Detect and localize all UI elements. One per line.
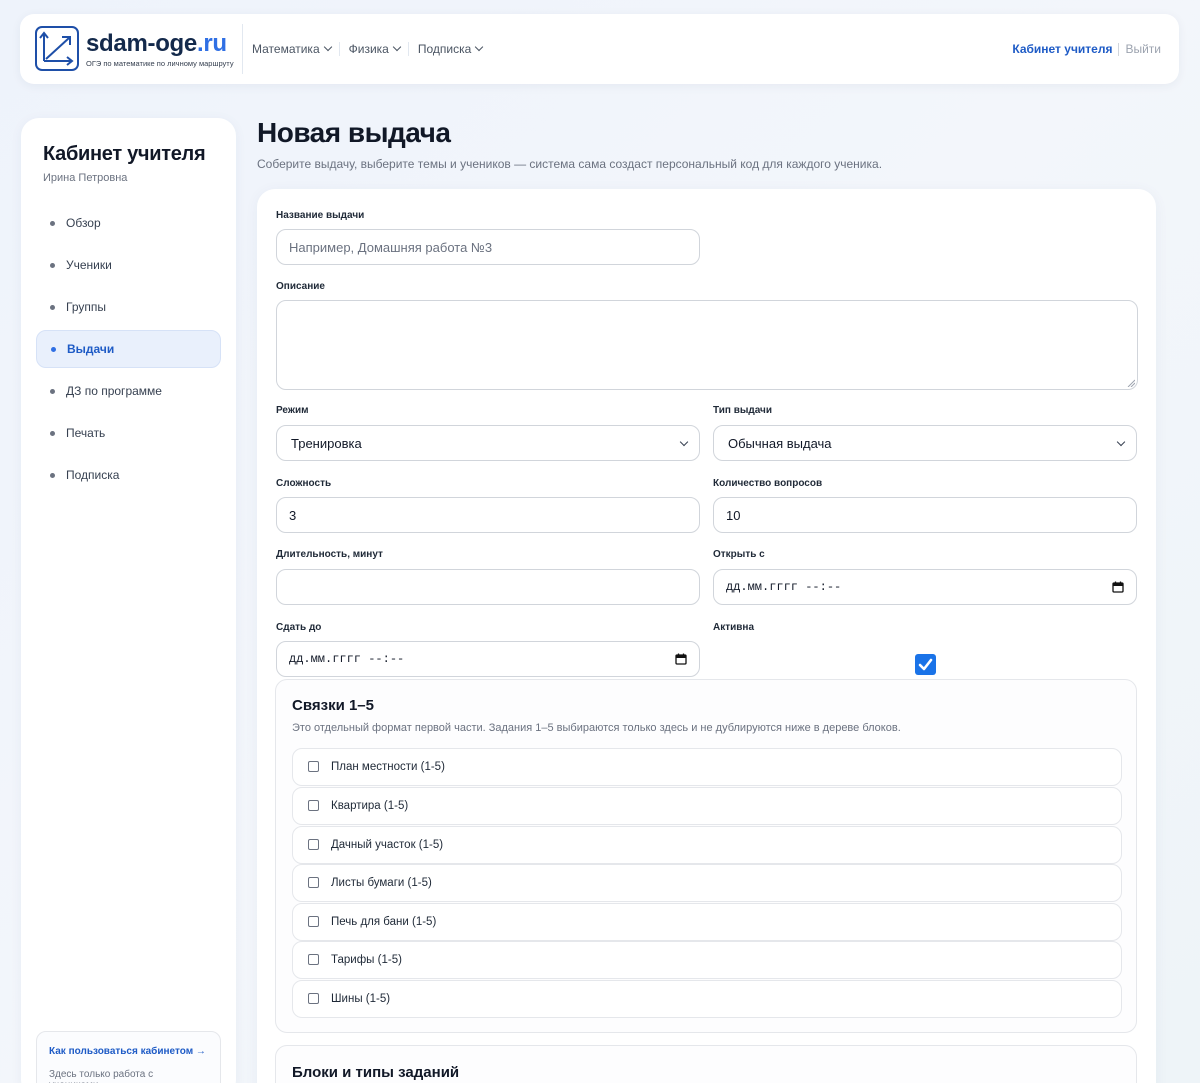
due-label: Сдать до [276, 622, 322, 633]
logo-subtitle: ОГЭ по математике по личному маршруту [86, 59, 234, 68]
checkbox[interactable] [308, 760, 319, 772]
link-option[interactable]: Печь для бани (1-5) [292, 903, 1122, 941]
chevron-down-icon [1116, 437, 1126, 447]
open-from-datetime[interactable]: дд.мм.гггг --:-- [713, 569, 1137, 605]
checkbox[interactable] [308, 876, 319, 888]
assignment-form-card: Название выдачи Например, Домашняя работ… [257, 189, 1156, 1083]
due-value: дд.мм.гггг --:-- [289, 652, 405, 666]
type-value: Обычная выдача [728, 435, 832, 451]
questions-input[interactable]: 10 [713, 497, 1137, 533]
header-account: Кабинет учителя Выйти [1012, 42, 1161, 56]
bullet-icon [50, 430, 55, 436]
duration-input[interactable] [276, 569, 700, 605]
checkbox[interactable] [308, 838, 319, 850]
page-title: Новая выдача [257, 117, 451, 148]
due-datetime[interactable]: дд.мм.гггг --:-- [276, 641, 700, 677]
description-label: Описание [276, 281, 325, 292]
bullet-icon [50, 472, 55, 478]
mode-select[interactable]: Тренировка [276, 425, 700, 461]
sidebar-item-groups[interactable]: Группы [36, 288, 221, 326]
blocks-section-title: Блоки и типы заданий [292, 1064, 460, 1081]
chart-arrow-icon [39, 31, 74, 66]
link-option[interactable]: Листы бумаги (1-5) [292, 864, 1122, 902]
difficulty-value: 3 [289, 507, 297, 523]
active-label: Активна [713, 622, 755, 633]
nav-physics[interactable]: Физика [340, 42, 409, 56]
bullet-icon [50, 220, 55, 226]
main-nav: Математика Физика Подписка [242, 24, 490, 74]
nav-math[interactable]: Математика [243, 42, 340, 56]
chevron-down-icon [323, 42, 332, 52]
sidebar-item-subscription[interactable]: Подписка [36, 456, 221, 494]
sidebar: Кабинет учителя Ирина Петровна Обзор Уче… [21, 118, 236, 1083]
sidebar-menu: Обзор Ученики Группы Выдачи ДЗ по програ… [36, 204, 221, 498]
help-text: Здесь только работа с учениками, [49, 1069, 154, 1083]
chevron-down-icon [392, 42, 402, 52]
questions-value: 10 [726, 507, 741, 523]
calendar-icon[interactable] [1112, 581, 1124, 593]
resize-handle-icon[interactable] [1127, 379, 1135, 387]
chevron-down-icon [475, 42, 484, 52]
bullet-icon [50, 388, 55, 394]
checkbox[interactable] [308, 915, 319, 927]
links-section-title: Связки 1–5 [292, 697, 374, 714]
cabinet-link[interactable]: Кабинет учителя [1012, 42, 1112, 56]
logo-icon[interactable] [35, 26, 79, 71]
sidebar-item-print[interactable]: Печать [36, 414, 221, 452]
blocks-section: Блоки и типы заданий [275, 1045, 1137, 1083]
name-input[interactable]: Например, Домашняя работа №3 [276, 229, 700, 265]
help-link[interactable]: Как пользоваться кабинетом → [49, 1046, 208, 1057]
sidebar-help-card: Как пользоваться кабинетом → Здесь тольк… [36, 1031, 221, 1083]
open-from-label: Открыть с [713, 549, 765, 560]
top-header: sdam-oge.ru ОГЭ по математике по личному… [20, 14, 1179, 84]
checkmark-icon [918, 658, 933, 671]
chevron-down-icon [679, 437, 689, 447]
sidebar-item-assignments[interactable]: Выдачи [36, 330, 221, 368]
links-section: Связки 1–5 Это отдельный формат первой ч… [275, 679, 1137, 1033]
logo-title: sdam-oge.ru [86, 30, 227, 57]
mode-value: Тренировка [291, 435, 362, 451]
page-subtitle: Соберите выдачу, выберите темы и ученико… [257, 157, 883, 171]
questions-label: Количество вопросов [713, 478, 823, 489]
bullet-icon [50, 304, 55, 310]
checkbox[interactable] [308, 992, 319, 1004]
mode-label: Режим [276, 405, 309, 416]
checkbox[interactable] [308, 799, 319, 811]
logo[interactable]: sdam-oge.ru ОГЭ по математике по личному… [86, 30, 234, 69]
link-option[interactable]: Квартира (1-5) [292, 787, 1122, 825]
open-from-value: дд.мм.гггг --:-- [726, 580, 842, 594]
link-option[interactable]: План местности (1-5) [292, 748, 1122, 786]
description-textarea[interactable] [276, 300, 1138, 390]
duration-label: Длительность, минут [276, 549, 383, 560]
sidebar-user-name: Ирина Петровна [43, 172, 128, 184]
type-label: Тип выдачи [713, 405, 772, 416]
link-option[interactable]: Шины (1-5) [292, 980, 1122, 1018]
links-section-description: Это отдельный формат первой части. Задан… [292, 722, 901, 734]
link-option[interactable]: Тарифы (1-5) [292, 941, 1122, 979]
checkbox[interactable] [308, 953, 319, 965]
type-select[interactable]: Обычная выдача [713, 425, 1137, 461]
nav-subscription[interactable]: Подписка [409, 42, 490, 56]
sidebar-title: Кабинет учителя [43, 143, 206, 165]
name-placeholder: Например, Домашняя работа №3 [289, 239, 493, 255]
sidebar-item-overview[interactable]: Обзор [36, 204, 221, 242]
active-checkbox[interactable] [915, 654, 936, 675]
difficulty-label: Сложность [276, 478, 332, 489]
calendar-icon[interactable] [675, 653, 687, 665]
link-option[interactable]: Дачный участок (1-5) [292, 826, 1122, 864]
divider [1118, 42, 1120, 56]
sidebar-item-homework-program[interactable]: ДЗ по программе [36, 372, 221, 410]
bullet-icon [50, 262, 55, 268]
difficulty-input[interactable]: 3 [276, 497, 700, 533]
logout-link[interactable]: Выйти [1125, 42, 1161, 56]
bullet-icon [51, 346, 56, 352]
name-label: Название выдачи [276, 210, 365, 221]
sidebar-item-students[interactable]: Ученики [36, 246, 221, 284]
